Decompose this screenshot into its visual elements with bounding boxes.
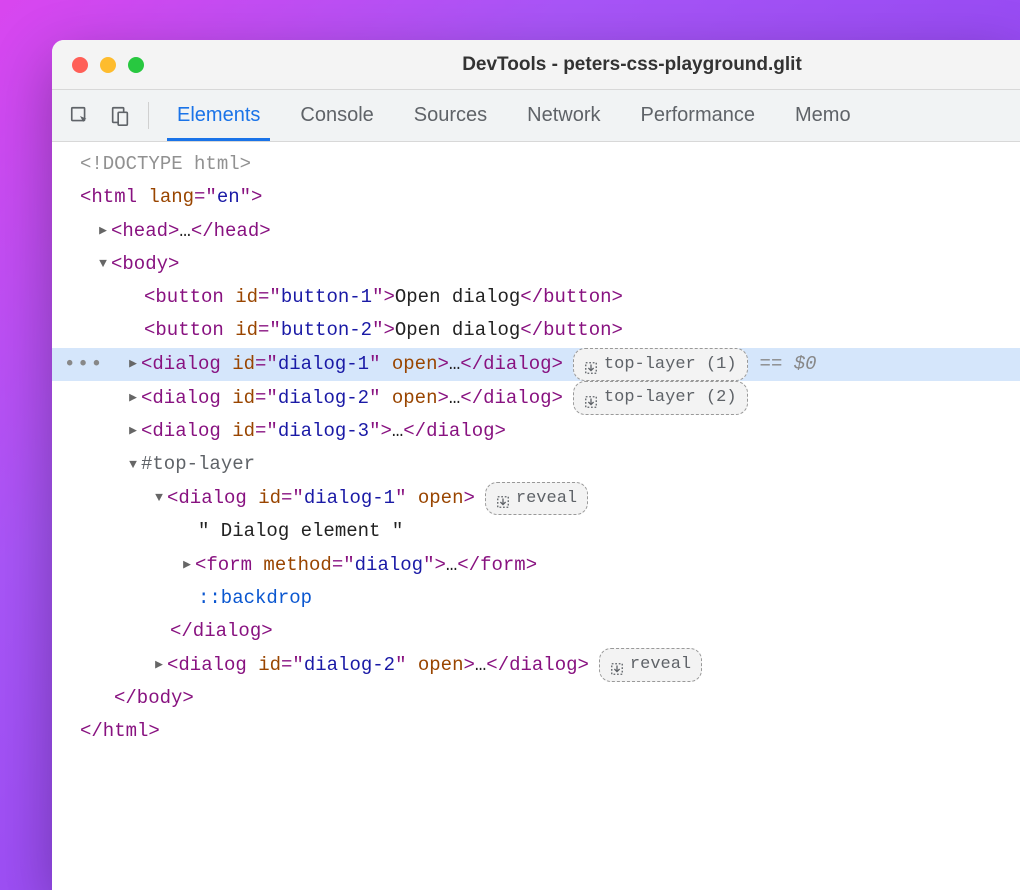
device-toggle-icon[interactable] [100, 90, 140, 141]
dialog1-code: <dialog id="dialog-1" open>…</dialog> [141, 348, 563, 381]
dom-tl-dialog-1-open[interactable]: ▼ <dialog id="dialog-1" open> reveal [52, 482, 1020, 516]
dom-doctype[interactable]: <!DOCTYPE html> [52, 148, 1020, 181]
tabbar: Elements Console Sources Network Perform… [52, 90, 1020, 142]
dom-html-close[interactable]: </html> [52, 715, 1020, 748]
tab-console[interactable]: Console [280, 90, 393, 141]
button1-code: <button id="button-1">Open dialog</butto… [144, 281, 623, 314]
inspect-icon[interactable] [60, 90, 100, 141]
body-code: <body> [111, 248, 179, 281]
html-code: <html lang="en"> [80, 181, 262, 214]
button2-code: <button id="button-2">Open dialog</butto… [144, 314, 623, 347]
toggle-icon[interactable]: ▶ [152, 654, 166, 677]
reveal-badge[interactable]: reveal [599, 648, 702, 682]
dom-head[interactable]: ▶ <head>…</head> [52, 215, 1020, 248]
dialog-close: </dialog> [170, 615, 273, 648]
toggle-icon[interactable]: ▶ [180, 554, 194, 577]
top-layer-label: #top-layer [141, 448, 255, 481]
tab-sources[interactable]: Sources [394, 90, 507, 141]
tl-dialog2-code: <dialog id="dialog-2" open>…</dialog> [167, 649, 589, 682]
dom-tl-form[interactable]: ▶ <form method="dialog">…</form> [52, 549, 1020, 582]
tab-network[interactable]: Network [507, 90, 620, 141]
traffic-lights [72, 57, 144, 73]
dom-dialog-2[interactable]: ▶ <dialog id="dialog-2" open>…</dialog> … [52, 381, 1020, 415]
more-icon[interactable]: ••• [64, 348, 104, 381]
dom-button-1[interactable]: <button id="button-1">Open dialog</butto… [52, 281, 1020, 314]
dom-backdrop[interactable]: ::backdrop [52, 582, 1020, 615]
console-ref: == $0 [760, 348, 817, 381]
dom-body-open[interactable]: ▼ <body> [52, 248, 1020, 281]
toggle-icon[interactable]: ▶ [126, 420, 140, 443]
top-layer-badge[interactable]: top-layer (2) [573, 381, 748, 415]
titlebar: DevTools - peters-css-playground.glit [52, 40, 1020, 90]
scroll-icon [584, 391, 598, 405]
dom-top-layer[interactable]: ▼ #top-layer [52, 448, 1020, 481]
scroll-icon [496, 491, 510, 505]
html-close: </html> [80, 715, 160, 748]
minimize-button[interactable] [100, 57, 116, 73]
toggle-icon[interactable]: ▶ [126, 387, 140, 410]
form-code: <form method="dialog">…</form> [195, 549, 537, 582]
separator [148, 102, 149, 129]
dom-body-close[interactable]: </body> [52, 682, 1020, 715]
scroll-icon [584, 357, 598, 371]
toggle-icon[interactable]: ▼ [126, 454, 140, 477]
tab-performance[interactable]: Performance [621, 90, 776, 141]
toggle-icon[interactable]: ▶ [96, 220, 110, 243]
head-code: <head>…</head> [111, 215, 271, 248]
dom-tl-dialog-2[interactable]: ▶ <dialog id="dialog-2" open>…</dialog> … [52, 648, 1020, 682]
tab-elements[interactable]: Elements [157, 90, 280, 141]
maximize-button[interactable] [128, 57, 144, 73]
body-close: </body> [114, 682, 194, 715]
dom-tl-dialog-close[interactable]: </dialog> [52, 615, 1020, 648]
dom-tree[interactable]: <!DOCTYPE html> <html lang="en"> ▶ <head… [52, 142, 1020, 890]
devtools-window: DevTools - peters-css-playground.glit El… [52, 40, 1020, 890]
tl-dialog1-code: <dialog id="dialog-1" open> [167, 482, 475, 515]
backdrop-pseudo: ::backdrop [198, 582, 312, 615]
toggle-icon[interactable]: ▼ [96, 253, 110, 276]
dom-dialog-3[interactable]: ▶ <dialog id="dialog-3">…</dialog> [52, 415, 1020, 448]
dialog2-code: <dialog id="dialog-2" open>…</dialog> [141, 382, 563, 415]
close-button[interactable] [72, 57, 88, 73]
dialog-text: " Dialog element " [198, 515, 403, 548]
dom-button-2[interactable]: <button id="button-2">Open dialog</butto… [52, 314, 1020, 347]
scroll-icon [610, 658, 624, 672]
dialog3-code: <dialog id="dialog-3">…</dialog> [141, 415, 506, 448]
toggle-icon[interactable]: ▶ [126, 353, 140, 376]
top-layer-badge[interactable]: top-layer (1) [573, 348, 748, 382]
window-title: DevTools - peters-css-playground.glit [264, 54, 1000, 76]
tab-memory[interactable]: Memo [775, 90, 871, 141]
toggle-icon[interactable]: ▼ [152, 487, 166, 510]
reveal-badge[interactable]: reveal [485, 482, 588, 516]
dom-html-open[interactable]: <html lang="en"> [52, 181, 1020, 214]
dom-tl-text[interactable]: " Dialog element " [52, 515, 1020, 548]
dom-dialog-1[interactable]: ••• ▶ <dialog id="dialog-1" open>…</dial… [52, 348, 1020, 382]
